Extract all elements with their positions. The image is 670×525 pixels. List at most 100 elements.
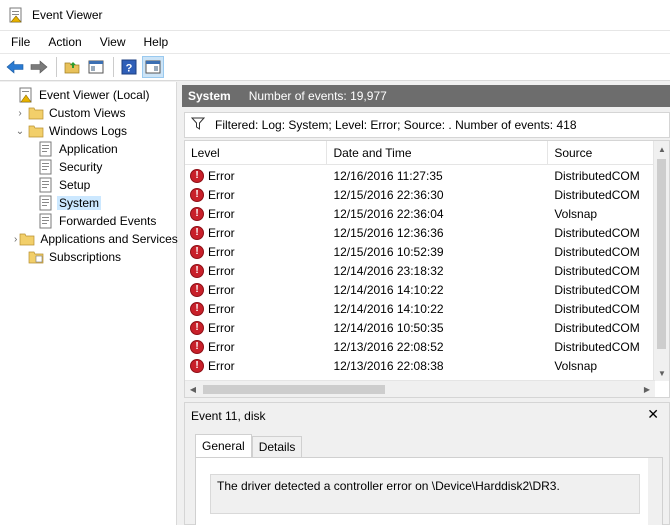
- tree-item-label: Application: [59, 142, 118, 156]
- title-bar: Event Viewer: [0, 0, 670, 31]
- date-cell: 12/15/2016 10:52:39: [333, 244, 444, 259]
- horizontal-scroll-thumb[interactable]: [203, 385, 385, 394]
- error-icon: !: [190, 339, 204, 354]
- table-row[interactable]: ! Error 12/15/2016 10:52:39 DistributedCOM: [185, 242, 655, 261]
- tree-item-security[interactable]: Security: [0, 158, 176, 176]
- log-icon: [38, 195, 54, 211]
- table-row[interactable]: ! Error 12/14/2016 14:10:22 DistributedCOM: [185, 299, 655, 318]
- table-row[interactable]: ! Error 12/13/2016 22:08:52 DistributedCOM: [185, 337, 655, 356]
- toolbar: ?: [0, 53, 670, 81]
- tree-item-label: System: [57, 196, 102, 210]
- date-cell: 12/14/2016 10:50:35: [333, 320, 444, 335]
- error-icon: !: [190, 206, 204, 221]
- tree-item-applications-and-services-logs[interactable]: › Applications and Services Logs: [0, 230, 207, 248]
- collapse-chevron-icon[interactable]: ⌄: [14, 125, 26, 137]
- tree-item-label: Event Viewer (Local): [39, 88, 150, 102]
- detail-vertical-scrollbar[interactable]: [648, 458, 662, 525]
- tree-item-setup[interactable]: Setup: [0, 176, 176, 194]
- show-hide-action-pane-icon[interactable]: [142, 56, 164, 78]
- source-cell: DistributedCOM: [554, 244, 640, 259]
- tree-item-system[interactable]: System: [0, 194, 176, 212]
- scroll-left-arrow-icon[interactable]: ◀: [185, 381, 201, 397]
- table-row[interactable]: ! Error 12/15/2016 22:36:30 DistributedCOM: [185, 185, 655, 204]
- level-cell: ! Error: [185, 358, 327, 373]
- expand-chevron-icon[interactable]: ›: [14, 233, 17, 245]
- source-cell: DistributedCOM: [554, 225, 640, 240]
- level-cell: ! Error: [185, 301, 327, 316]
- vertical-scroll-thumb[interactable]: [657, 159, 666, 349]
- error-icon: !: [190, 168, 204, 183]
- forward-arrow-icon[interactable]: [28, 56, 50, 78]
- source-cell: DistributedCOM: [554, 339, 640, 354]
- log-icon: [38, 213, 54, 229]
- level-cell: ! Error: [185, 282, 327, 297]
- toolbar-separator: [56, 57, 57, 77]
- log-header: System Number of events: 19,977: [182, 85, 670, 107]
- table-row[interactable]: ! Error 12/13/2016 22:08:38 Volsnap: [185, 356, 655, 375]
- date-cell: 12/14/2016 23:18:32: [333, 263, 444, 278]
- scroll-down-arrow-icon[interactable]: ▼: [654, 365, 669, 381]
- close-icon[interactable]: ✕: [647, 406, 659, 423]
- table-row[interactable]: ! Error 12/15/2016 22:36:04 Volsnap: [185, 204, 655, 223]
- source-cell: DistributedCOM: [554, 301, 640, 316]
- level-text: Error: [208, 168, 235, 183]
- grid-horizontal-scrollbar[interactable]: ◀ ▶: [185, 380, 655, 397]
- tree-item-label: Subscriptions: [49, 250, 122, 264]
- error-icon: !: [190, 301, 204, 316]
- folder-icon: [28, 105, 44, 121]
- source-cell: DistributedCOM: [554, 282, 640, 297]
- scroll-up-arrow-icon[interactable]: ▲: [654, 141, 669, 157]
- tree-item-application[interactable]: Application: [0, 140, 176, 158]
- grid-vertical-scrollbar[interactable]: ▲ ▼: [653, 141, 669, 381]
- back-arrow-icon[interactable]: [4, 56, 26, 78]
- error-icon: !: [190, 358, 204, 373]
- level-cell: ! Error: [185, 339, 327, 354]
- tree-item-subscriptions[interactable]: Subscriptions: [0, 248, 176, 266]
- table-row[interactable]: ! Error 12/15/2016 12:36:36 DistributedCOM: [185, 223, 655, 242]
- log-icon: [38, 141, 54, 157]
- level-text: Error: [208, 339, 235, 354]
- event-viewer-app-icon: [8, 7, 24, 23]
- date-cell: 12/15/2016 12:36:36: [333, 225, 444, 240]
- tab-details[interactable]: Details: [251, 436, 303, 458]
- level-text: Error: [208, 320, 235, 335]
- column-header-level[interactable]: Level: [185, 141, 328, 165]
- log-icon: [38, 159, 54, 175]
- column-header-source[interactable]: Source: [548, 141, 655, 165]
- subscriptions-icon: [28, 249, 44, 265]
- help-icon[interactable]: ?: [118, 56, 140, 78]
- tree-item-event-viewer-local[interactable]: Event Viewer (Local): [0, 86, 176, 104]
- table-row[interactable]: ! Error 12/14/2016 23:18:32 DistributedCOM: [185, 261, 655, 280]
- date-cell: 12/13/2016 22:08:52: [333, 339, 444, 354]
- tree-item-custom-views[interactable]: › Custom Views: [0, 104, 176, 122]
- menu-action[interactable]: Action: [43, 35, 86, 49]
- show-hide-console-tree-icon[interactable]: [85, 56, 107, 78]
- expand-chevron-icon[interactable]: ›: [14, 107, 26, 119]
- table-row[interactable]: ! Error 12/14/2016 14:10:22 DistributedCOM: [185, 280, 655, 299]
- date-cell: 12/14/2016 14:10:22: [333, 301, 444, 316]
- tree-item-forwarded-events[interactable]: Forwarded Events: [0, 212, 176, 230]
- menu-view[interactable]: View: [95, 35, 131, 49]
- source-cell: Volsnap: [554, 358, 598, 373]
- error-icon: !: [190, 263, 204, 278]
- up-folder-icon[interactable]: [61, 56, 83, 78]
- column-header-date[interactable]: Date and Time: [327, 141, 549, 165]
- log-name: System: [188, 89, 231, 103]
- menu-help[interactable]: Help: [139, 35, 174, 49]
- log-icon: [38, 177, 54, 193]
- date-cell: 12/15/2016 22:36:30: [333, 187, 444, 202]
- tree-item-windows-logs[interactable]: ⌄ Windows Logs: [0, 122, 176, 140]
- tab-general[interactable]: General: [195, 434, 252, 458]
- folder-icon: [28, 123, 44, 139]
- scroll-right-arrow-icon[interactable]: ▶: [639, 381, 655, 397]
- table-row[interactable]: ! Error 12/14/2016 10:50:35 DistributedCOM: [185, 318, 655, 337]
- date-cell: 12/14/2016 14:10:22: [333, 282, 444, 297]
- menu-file[interactable]: File: [6, 35, 35, 49]
- source-cell: Volsnap: [554, 206, 598, 221]
- level-cell: ! Error: [185, 206, 327, 221]
- table-row[interactable]: ! Error 12/16/2016 11:27:35 DistributedCOM: [185, 166, 655, 185]
- level-text: Error: [208, 263, 235, 278]
